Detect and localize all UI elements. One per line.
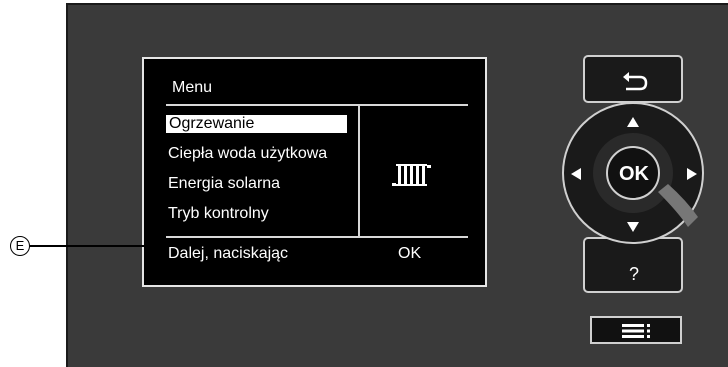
down-arrow-icon bbox=[627, 222, 639, 232]
menu-title: Menu bbox=[172, 79, 213, 96]
ok-button[interactable]: OK bbox=[609, 162, 659, 186]
left-arrow-icon bbox=[571, 168, 581, 180]
radiator-icon bbox=[392, 164, 431, 186]
menu-item-ogrzewanie[interactable]: Ogrzewanie bbox=[166, 115, 347, 133]
menu-item-energia-solarna[interactable]: Energia solarna bbox=[168, 175, 280, 193]
callout-line bbox=[30, 245, 160, 247]
left-button[interactable] bbox=[569, 167, 583, 181]
divider-bottom bbox=[166, 236, 468, 238]
menu-button[interactable] bbox=[590, 316, 682, 344]
divider-top bbox=[166, 104, 468, 106]
callout-e: E bbox=[10, 236, 30, 256]
help-button[interactable]: ? bbox=[624, 262, 644, 286]
display-screen: Menu Ogrzewanie Ciepła woda użytkowa Ene… bbox=[142, 57, 487, 287]
back-button[interactable] bbox=[620, 71, 650, 95]
up-arrow-icon bbox=[627, 117, 639, 127]
back-arrow-icon bbox=[623, 72, 648, 91]
divider-vertical bbox=[358, 105, 360, 238]
up-button[interactable] bbox=[626, 115, 640, 129]
footer-ok-label: OK bbox=[398, 245, 422, 262]
menu-list-icon bbox=[622, 324, 650, 338]
right-arrow-icon bbox=[687, 168, 697, 180]
right-button[interactable] bbox=[685, 167, 699, 181]
down-button[interactable] bbox=[626, 220, 640, 234]
menu-item-tryb-kontrolny[interactable]: Tryb kontrolny bbox=[168, 205, 269, 223]
menu-item-ciepla-woda[interactable]: Ciepła woda użytkowa bbox=[168, 145, 327, 163]
footer-instruction: Dalej, naciskając bbox=[168, 245, 289, 262]
